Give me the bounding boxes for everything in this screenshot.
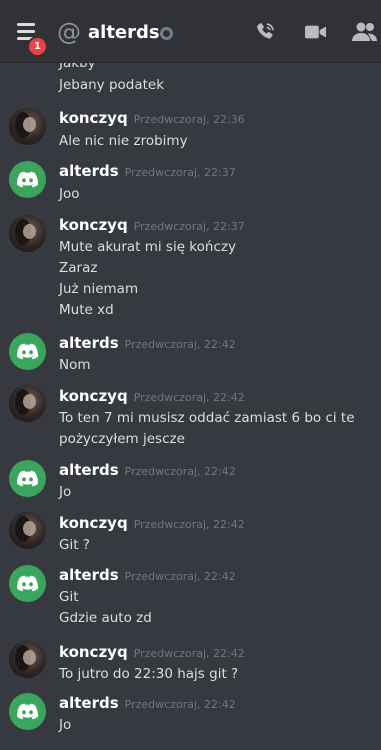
message-timestamp: Przedwczoraj, 22:42 [133, 647, 245, 660]
message-author[interactable]: alterds Przedwczoraj, 22:42 [59, 694, 236, 714]
message-author[interactable]: alterds Przedwczoraj, 22:42 [59, 461, 236, 481]
message-timestamp: Przedwczoraj, 22:42 [124, 338, 236, 351]
message-text: Jakby [59, 63, 96, 71]
message-text: To jutro do 22:30 hajs git ? [59, 666, 239, 682]
video-call-icon[interactable] [305, 23, 327, 41]
message-timestamp: Przedwczoraj, 22:42 [133, 391, 245, 404]
message-timestamp: Przedwczoraj, 22:37 [133, 220, 245, 233]
message-text: Zaraz [59, 260, 98, 276]
author-name[interactable]: alterds [59, 694, 119, 712]
author-name[interactable]: konczyq [59, 216, 128, 234]
message-text: Mute xd [59, 302, 114, 318]
top-bar: 1 @ alterds [0, 0, 381, 63]
channel-title[interactable]: alterds [88, 22, 160, 44]
message-author[interactable]: konczyq Przedwczoraj, 22:36 [59, 109, 245, 129]
message-text: Jo [59, 717, 72, 733]
members-icon[interactable] [352, 22, 378, 42]
message-text: Mute akurat mi się kończy [59, 239, 236, 255]
avatar[interactable] [9, 693, 46, 730]
message-author[interactable]: alterds Przedwczoraj, 22:42 [59, 566, 236, 586]
avatar[interactable] [9, 512, 46, 549]
message-author[interactable]: alterds Przedwczoraj, 22:37 [59, 162, 236, 182]
message-timestamp: Przedwczoraj, 22:42 [124, 570, 236, 583]
avatar[interactable] [9, 460, 46, 497]
at-icon: @ [57, 18, 81, 46]
message-author[interactable]: konczyq Przedwczoraj, 22:42 [59, 514, 245, 534]
message-author[interactable]: konczyq Przedwczoraj, 22:42 [59, 643, 245, 663]
message-timestamp: Przedwczoraj, 22:42 [124, 698, 236, 711]
avatar[interactable] [9, 333, 46, 370]
message-author[interactable]: konczyq Przedwczoraj, 22:37 [59, 216, 245, 236]
message-text: Gdzie auto zd [59, 610, 152, 626]
message-text: To ten 7 mi musisz oddać zamiast 6 bo ci… [59, 410, 355, 426]
message-text: Joo [59, 186, 80, 202]
author-name[interactable]: konczyq [59, 387, 128, 405]
status-icon [160, 27, 173, 40]
message-text: Git ? [59, 537, 90, 553]
message-text: Jo [59, 484, 72, 500]
message-text: Ale nic nie zrobimy [59, 133, 188, 149]
author-name[interactable]: alterds [59, 162, 119, 180]
author-name[interactable]: konczyq [59, 514, 128, 532]
notification-badge: 1 [27, 36, 48, 57]
discord-logo-icon [17, 470, 38, 487]
author-name[interactable]: konczyq [59, 643, 128, 661]
avatar[interactable] [9, 385, 46, 422]
message-timestamp: Przedwczoraj, 22:42 [124, 465, 236, 478]
discord-logo-icon [17, 703, 38, 720]
message-text: pożyczyłem jescze [59, 431, 185, 447]
message-timestamp: Przedwczoraj, 22:42 [133, 518, 245, 531]
message-text: Git [59, 589, 79, 605]
avatar[interactable] [9, 108, 46, 145]
message-timestamp: Przedwczoraj, 22:37 [124, 166, 236, 179]
message-text: Już niemam [59, 281, 139, 297]
message-timestamp: Przedwczoraj, 22:36 [133, 113, 245, 126]
discord-logo-icon [17, 343, 38, 360]
message-text: Nom [59, 357, 91, 373]
message-list[interactable]: Jakby Jebany podatek konczyq Przedwczoraj… [0, 63, 381, 750]
avatar[interactable] [9, 215, 46, 252]
author-name[interactable]: alterds [59, 334, 119, 352]
message-author[interactable]: konczyq Przedwczoraj, 22:42 [59, 387, 245, 407]
phone-call-icon[interactable] [254, 21, 276, 43]
message-author[interactable]: alterds Przedwczoraj, 22:42 [59, 334, 236, 354]
discord-logo-icon [17, 171, 38, 188]
author-name[interactable]: konczyq [59, 109, 128, 127]
author-name[interactable]: alterds [59, 461, 119, 479]
message-text: Jebany podatek [59, 77, 165, 93]
author-name[interactable]: alterds [59, 566, 119, 584]
avatar[interactable] [9, 641, 46, 678]
avatar[interactable] [9, 161, 46, 198]
discord-logo-icon [17, 575, 38, 592]
avatar[interactable] [9, 565, 46, 602]
